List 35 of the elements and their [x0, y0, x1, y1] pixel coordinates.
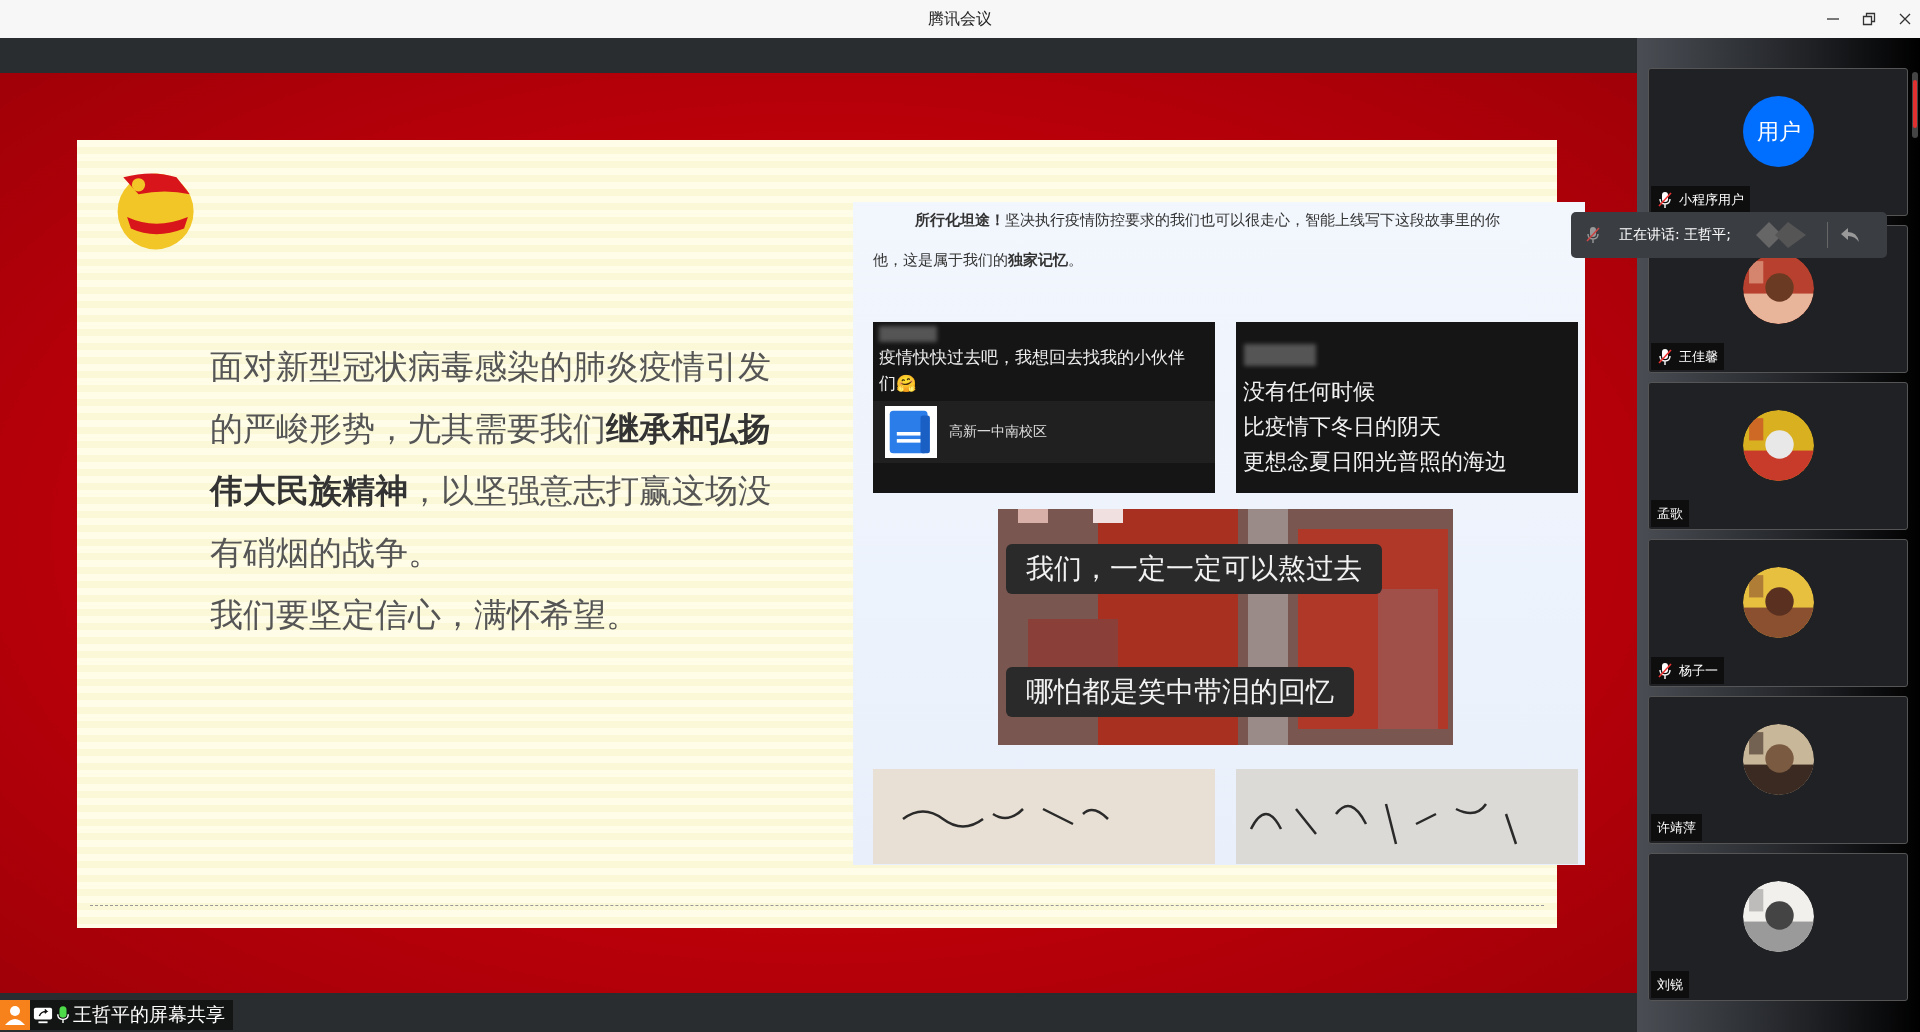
participant-tile[interactable]: 刘锐 — [1648, 853, 1908, 1001]
link-title: 高新一中南校区 — [949, 423, 1047, 441]
participant-name: 杨子一 — [1651, 657, 1724, 684]
article-text: 所行化坦途！坚决执行疫情防控要求的我们也可以很走心，智能上线写下这段故事里的你 — [914, 210, 1501, 230]
blurred-name — [1244, 344, 1316, 366]
document-icon — [885, 406, 937, 458]
person-icon — [0, 1000, 30, 1030]
participant-name: 孟歌 — [1651, 500, 1689, 527]
chat-line: 比疫情下冬日的阴天 — [1243, 413, 1442, 441]
participant-name: 刘锐 — [1651, 971, 1689, 998]
participant-name: 王佳馨 — [1651, 343, 1724, 370]
chat-line: 更想念夏日阳光普照的海边 — [1243, 448, 1508, 476]
participant-tile[interactable]: 用户 小程序用户 — [1648, 68, 1908, 216]
window-title: 腾讯会议 — [928, 8, 992, 30]
close-icon[interactable] — [1898, 12, 1912, 26]
share-label: 王哲平的屏幕共享 — [73, 1002, 225, 1027]
video-caption: 哪怕都是笑中带泪的回忆 — [1006, 667, 1354, 717]
participant-tile[interactable]: 许靖萍 — [1648, 696, 1908, 844]
chat-message: 疫情快快过去吧，我想回去找我的小伙伴们🤗 — [878, 347, 1186, 395]
participant-tile[interactable]: 孟歌 — [1648, 382, 1908, 530]
slide-paragraph: 面对新型冠状病毒感染的肺炎疫情引发的严峻形势，尤其需要我们继承和弘扬伟大民族精神，以坚强意志打赢这场没有硝烟的战争。 — [210, 346, 772, 574]
chat-line: 没有任何时候 — [1243, 378, 1376, 406]
scrollbar-thumb[interactable] — [1913, 80, 1917, 128]
avatar: 用户 — [1743, 96, 1814, 167]
participant-name: 小程序用户 — [1651, 186, 1750, 213]
article-text: 他，这是属于我们的独家记忆。 — [872, 250, 1084, 270]
participant-name: 许靖萍 — [1651, 814, 1702, 841]
restore-icon[interactable] — [1862, 12, 1876, 26]
screen-share-icon — [33, 1005, 53, 1025]
slide-paragraph: 我们要坚定信心，满怀希望。 — [210, 594, 640, 636]
blurred-name — [879, 326, 937, 342]
participant-tile[interactable]: 杨子一 — [1648, 539, 1908, 687]
reply-icon[interactable] — [1839, 227, 1860, 243]
microphone-icon — [56, 1005, 70, 1025]
video-caption: 我们，一定一定可以熬过去 — [1006, 544, 1382, 594]
